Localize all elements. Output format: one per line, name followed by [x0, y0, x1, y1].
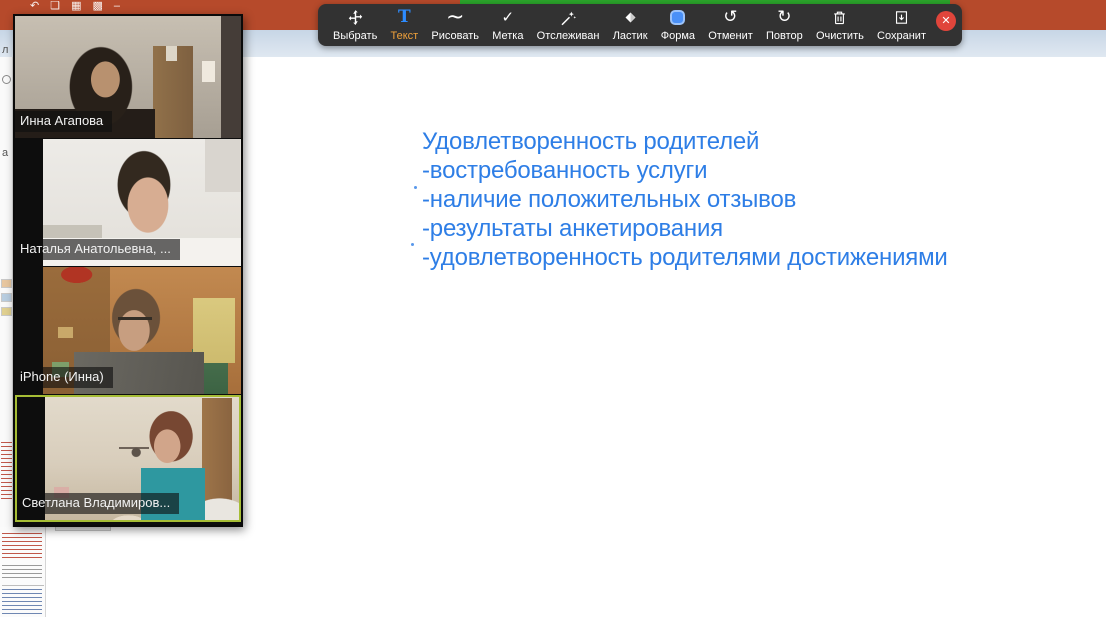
toolbar-button-label: Ластик: [613, 30, 648, 42]
mini-thumbnail-text: [2, 565, 42, 579]
toolbar-button-format[interactable]: Форма: [659, 7, 697, 43]
mini-thumbnail: [1, 279, 12, 288]
annotation-line: -удовлетворенность родителями достижения…: [422, 243, 948, 272]
toolbar-button-label: Отменит: [708, 30, 753, 42]
thumbnail-panel-sliver: л а: [0, 57, 13, 527]
toolbar-button-label: Форма: [661, 30, 695, 42]
toolbar-button-text[interactable]: T Текст: [389, 7, 421, 43]
panel-divider: [2, 585, 44, 586]
redo-icon: ↻: [777, 8, 791, 27]
stamp-check-icon: ✓: [502, 8, 515, 27]
annotation-toolbar: Выбрать T Текст ~ Рисовать ✓ Метка Отсле…: [318, 4, 962, 46]
toolbar-button-select[interactable]: Выбрать: [331, 7, 379, 43]
video-tile[interactable]: iPhone (Инна): [15, 267, 241, 394]
toolbar-button-label: Текст: [391, 30, 419, 42]
stray-annotation-dot: [411, 243, 414, 246]
annotation-line: -востребованность услуги: [422, 156, 948, 185]
quick-access-toolbar: ↶ ❑ ▦ ▩ –: [30, 0, 120, 14]
toolbar-button-stamp[interactable]: ✓ Метка: [490, 7, 525, 43]
annotation-line: -наличие положительных отзывов: [422, 185, 948, 214]
video-strip: Инна Агапова Наталья Анатольевна, ... iP…: [13, 14, 243, 527]
video-tile-active-speaker[interactable]: Светлана Владимиров...: [15, 395, 241, 522]
toolbar-button-eraser[interactable]: Ластик: [611, 7, 650, 43]
toolbar-button-label: Отслеживан: [537, 30, 600, 42]
toolbar-button-undo[interactable]: ↺ Отменит: [706, 7, 755, 43]
mini-thumbnail-text: [2, 589, 42, 615]
more-icon[interactable]: –: [114, 0, 120, 14]
annotation-title: Удовлетворенность родителей: [422, 127, 948, 156]
video-tile[interactable]: Наталья Анатольевна, ...: [15, 139, 241, 266]
eraser-icon: [622, 8, 639, 27]
participant-name: Наталья Анатольевна, ...: [15, 239, 180, 260]
move-icon: [347, 8, 364, 27]
toolbar-button-label: Метка: [492, 30, 523, 42]
edge-glyph: а: [2, 147, 8, 159]
shape-icon: [2, 75, 11, 84]
toolbar-button-label: Повтор: [766, 30, 803, 42]
toolbar-button-draw[interactable]: ~ Рисовать: [429, 7, 481, 43]
mini-thumbnail-text: [1, 442, 12, 502]
mini-thumbnail: [1, 307, 12, 316]
spotlight-icon: [559, 8, 577, 27]
clipboard-icon[interactable]: ❑: [50, 0, 60, 14]
screen: ↶ ❑ ▦ ▩ – л а Удовлетворенность родителе…: [0, 0, 1106, 617]
participant-name: iPhone (Инна): [15, 367, 113, 388]
toolbar-button-redo[interactable]: ↻ Повтор: [764, 7, 805, 43]
toolbar-button-label: Выбрать: [333, 30, 377, 42]
annotation-text-block[interactable]: Удовлетворенность родителей -востребован…: [422, 127, 948, 272]
undo-icon[interactable]: ↶: [30, 0, 39, 14]
mini-thumbnail-text: [2, 533, 42, 559]
edge-glyph: л: [2, 44, 8, 56]
participant-name: Инна Агапова: [15, 111, 112, 132]
draw-icon: ~: [446, 8, 464, 27]
save-icon: [893, 8, 910, 27]
format-color-icon: [670, 8, 685, 27]
trash-icon: [831, 8, 848, 27]
toolbar-button-label: Рисовать: [431, 30, 479, 42]
stray-annotation-dot: [414, 186, 417, 189]
undo-icon: ↺: [723, 8, 737, 27]
image-icon[interactable]: ▦: [71, 0, 81, 14]
participant-name: Светлана Владимиров...: [17, 493, 179, 514]
close-icon[interactable]: ✕: [936, 11, 956, 31]
toolbar-button-clear[interactable]: Очистить: [814, 7, 866, 43]
text-icon: T: [398, 8, 411, 27]
toolbar-button-save[interactable]: Сохранит: [875, 7, 928, 43]
mini-thumbnail: [1, 293, 12, 302]
thumbnail-panel-bottom: [0, 527, 46, 617]
toolbar-button-label: Очистить: [816, 30, 864, 42]
toolbar-button-label: Сохранит: [877, 30, 926, 42]
chart-icon[interactable]: ▩: [93, 0, 103, 14]
video-tile[interactable]: Инна Агапова: [15, 16, 241, 138]
annotation-line: -результаты анкетирования: [422, 214, 948, 243]
toolbar-button-spotlight[interactable]: Отслеживан: [535, 7, 602, 43]
